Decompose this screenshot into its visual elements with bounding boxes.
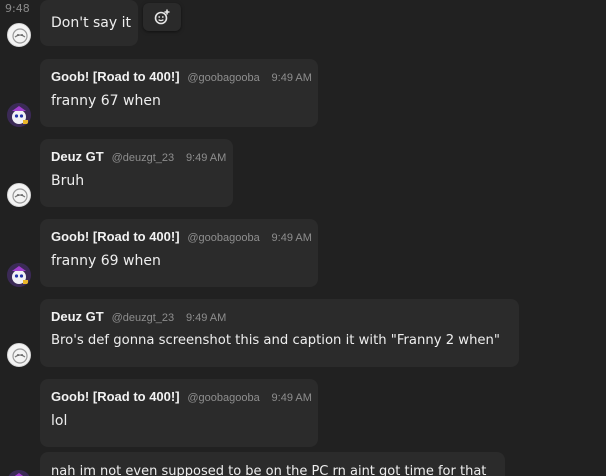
message-text: Don't say it: [51, 15, 131, 31]
message-bubble[interactable]: Goob! [Road to 400!] @goobagooba 9:49 AM…: [40, 379, 318, 447]
avatar[interactable]: [7, 343, 31, 367]
white-avatar-icon: [12, 28, 28, 44]
message-time: 9:49 AM: [271, 72, 312, 84]
cartoon-avatar-icon: [7, 470, 31, 476]
message-bubble[interactable]: Deuz GT @deuzgt_23 9:49 AM Bro's def gon…: [40, 299, 519, 367]
message-bubble[interactable]: nah im not even supposed to be on the PC…: [40, 452, 505, 476]
username[interactable]: Deuz GT: [51, 309, 104, 324]
message-time: 9:49 AM: [185, 152, 227, 164]
user-handle: @goobagooba: [187, 72, 260, 84]
message-time: 9:48: [5, 2, 30, 15]
avatar[interactable]: [7, 103, 31, 127]
avatar[interactable]: [7, 470, 31, 476]
username[interactable]: Deuz GT: [51, 149, 104, 164]
message-bubble[interactable]: Goob! [Road to 400!] @goobagooba 9:49 AM…: [40, 59, 318, 127]
user-handle: @goobagooba: [187, 392, 260, 404]
message-bubble[interactable]: Don't say it: [40, 0, 138, 46]
white-avatar-icon: [12, 348, 28, 364]
message-text: Bruh: [51, 173, 85, 189]
message-time: 9:49 AM: [271, 392, 312, 404]
message-header: Goob! [Road to 400!] @goobagooba 9:49 AM: [51, 69, 312, 86]
cartoon-avatar-icon: [7, 263, 31, 287]
message-text: nah im not even supposed to be on the PC…: [51, 464, 487, 476]
message-text: franny 69 when: [51, 253, 161, 269]
cartoon-avatar-icon: [7, 103, 31, 127]
message-bubble[interactable]: Deuz GT @deuzgt_23 9:49 AM Bruh: [40, 139, 233, 207]
username[interactable]: Goob! [Road to 400!]: [51, 229, 180, 244]
message-header: Goob! [Road to 400!] @goobagooba 9:49 AM: [51, 389, 312, 406]
add-reaction-icon: [154, 9, 170, 25]
username[interactable]: Goob! [Road to 400!]: [51, 389, 180, 404]
user-handle: @deuzgt_23: [111, 312, 175, 324]
message-header: Deuz GT @deuzgt_23 9:49 AM: [51, 149, 226, 166]
message-bubble[interactable]: Goob! [Road to 400!] @goobagooba 9:49 AM…: [40, 219, 318, 287]
avatar[interactable]: [7, 263, 31, 287]
add-reaction-button[interactable]: [143, 3, 181, 31]
username[interactable]: Goob! [Road to 400!]: [51, 69, 180, 84]
message-text: Bro's def gonna screenshot this and capt…: [51, 333, 500, 348]
chat-view: 9:48 Don't say it Goob! [Road to 400!] @…: [0, 0, 606, 476]
avatar[interactable]: [7, 23, 31, 47]
message-header: Deuz GT @deuzgt_23 9:49 AM: [51, 309, 226, 326]
user-handle: @goobagooba: [187, 232, 260, 244]
white-avatar-icon: [12, 188, 28, 204]
avatar[interactable]: [7, 183, 31, 207]
message-time: 9:49 AM: [185, 312, 227, 324]
message-text: lol: [51, 413, 68, 429]
message-time: 9:49 AM: [271, 232, 312, 244]
message-text: franny 67 when: [51, 93, 161, 109]
user-handle: @deuzgt_23: [111, 152, 175, 164]
message-header: Goob! [Road to 400!] @goobagooba 9:49 AM: [51, 229, 312, 246]
